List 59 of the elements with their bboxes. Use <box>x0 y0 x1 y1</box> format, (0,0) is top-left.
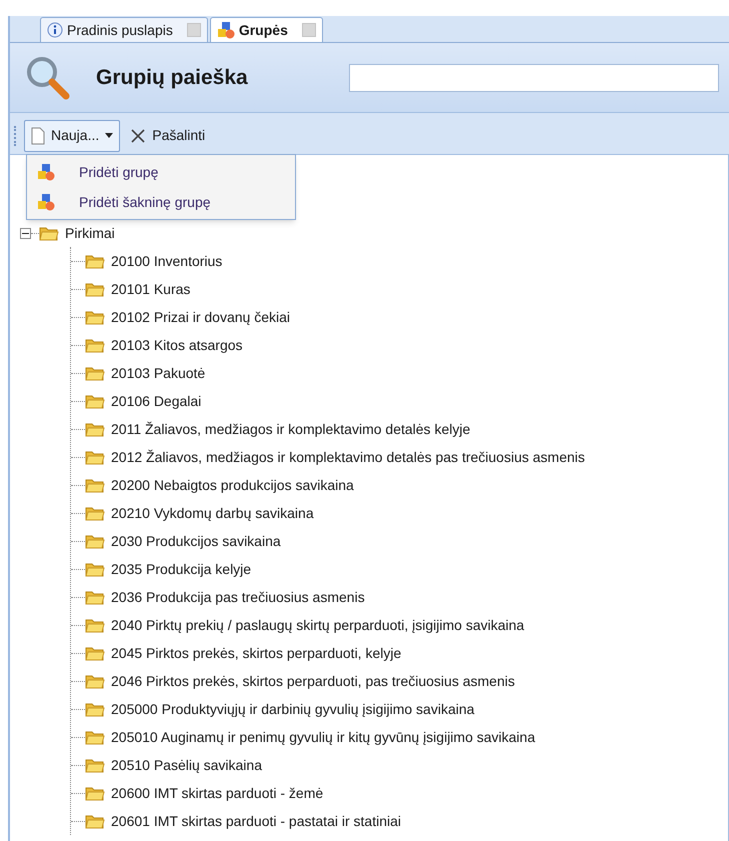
tree-item[interactable]: 2035 Produkcija kelyje <box>111 558 252 580</box>
folder-icon <box>85 561 105 577</box>
collapse-toggle[interactable] <box>20 228 31 238</box>
folder-icon <box>85 785 105 801</box>
folder-icon <box>85 253 105 269</box>
tree-item[interactable]: 20601 IMT skirtas parduoti - pastatai ir statiniai <box>111 810 401 832</box>
info-icon <box>47 22 63 38</box>
folder-icon <box>85 673 105 689</box>
tree-item[interactable]: 20100 Inventorius <box>111 250 222 272</box>
folder-icon <box>85 393 105 409</box>
tree-item[interactable]: 2045 Pirktos prekės, skirtos perparduoti, kelyje <box>111 642 402 664</box>
caret-icon <box>105 133 114 138</box>
tree-item[interactable]: 205000 Produktyviųjų ir darbinių gyvulių įsigijimo savikaina <box>111 698 474 720</box>
folder-icon <box>85 281 105 297</box>
tree-item[interactable]: 2036 Produkcija pas trečiuosius asmenis <box>111 586 365 608</box>
tree-item[interactable]: 2012 Žaliavos, medžiagos ir komplektavimo detalės pas trečiuosius asmenis <box>111 446 585 468</box>
search-field[interactable] <box>349 64 719 92</box>
folder-icon <box>85 365 105 381</box>
tree-item[interactable]: 2030 Produkcijos savikaina <box>111 530 281 552</box>
document-icon <box>31 126 45 144</box>
cubes-icon <box>37 193 55 211</box>
folder-icon <box>85 505 105 521</box>
tree-item[interactable]: 2040 Pirktų prekių / paslaugų skirtų perparduoti, įsigijimo savikaina <box>111 614 524 636</box>
tab[interactable]: Pradinis puslapis <box>40 17 208 42</box>
delete-button[interactable]: Pašalinti <box>126 120 210 152</box>
new-button[interactable]: Nauja... <box>24 120 120 152</box>
tree-item[interactable]: 20106 Degalai <box>111 390 202 412</box>
folder-icon <box>39 225 59 241</box>
tree-item[interactable]: 20200 Nebaigtos produkcijos savikaina <box>111 474 354 496</box>
folder-icon <box>85 813 105 829</box>
tree-item[interactable]: 205010 Auginamų ir penimų gyvulių ir kitų gyvūnų įsigijimo savikaina <box>111 726 536 748</box>
tree-item[interactable]: 20510 Pasėlių savikaina <box>111 754 262 776</box>
folder-icon <box>85 449 105 465</box>
menu-item[interactable]: Pridėti grupę <box>27 157 295 187</box>
folder-icon <box>85 533 105 549</box>
tree-item[interactable]: 2011 Žaliavos, medžiagos ir komplektavimo detalės kelyje <box>111 418 470 440</box>
folder-icon <box>85 757 105 773</box>
tab[interactable]: Grupės <box>210 17 323 42</box>
folder-icon <box>85 617 105 633</box>
folder-icon <box>85 337 105 353</box>
folder-icon <box>85 589 105 605</box>
tree-item[interactable]: Pirkimai <box>65 222 115 244</box>
page-title: Grupių paieška <box>96 64 248 91</box>
folder-icon <box>85 477 105 493</box>
folder-icon <box>85 421 105 437</box>
tree-item[interactable]: 20103 Kitos atsargos <box>111 334 243 356</box>
cubes-icon <box>37 163 55 181</box>
tree-item[interactable]: 20103 Pakuotė <box>111 362 206 384</box>
folder-icon <box>85 645 105 661</box>
cubes-icon <box>216 21 235 39</box>
menu-item[interactable]: Pridėti šakninę grupę <box>27 187 295 217</box>
tree-item[interactable]: 20210 Vykdomų darbų savikaina <box>111 502 314 524</box>
folder-icon <box>85 729 105 745</box>
folder-icon <box>85 309 105 325</box>
tree-item[interactable]: 2046 Pirktos prekės, skirtos perparduoti, pas trečiuosius asmenis <box>111 670 515 692</box>
tree-item[interactable]: 20101 Kuras <box>111 278 190 300</box>
tree-item[interactable]: 20102 Prizai ir dovanų čekiai <box>111 306 290 328</box>
folder-icon <box>85 701 105 717</box>
tree-item[interactable]: 20600 IMT skirtas parduoti - žemė <box>111 782 324 804</box>
